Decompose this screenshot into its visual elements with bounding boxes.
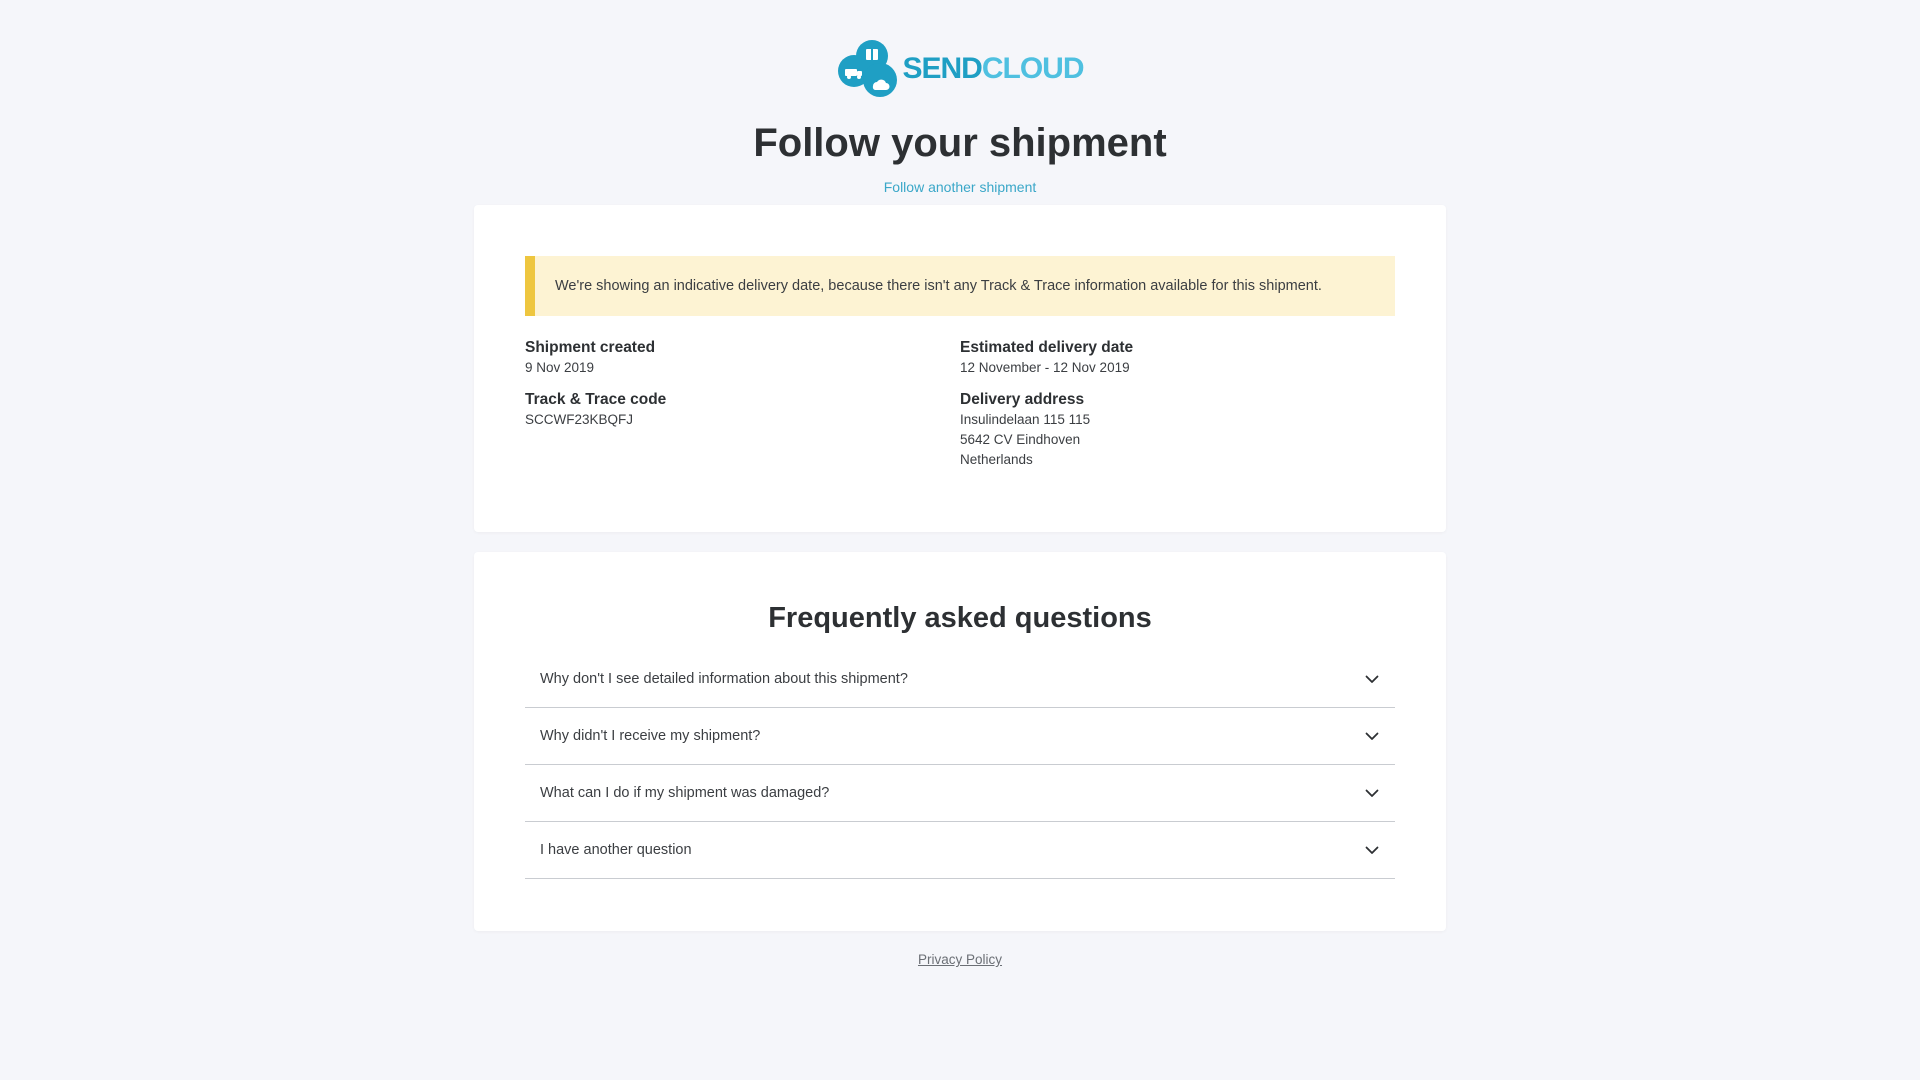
shipment-created-label: Shipment created (525, 339, 656, 356)
estimated-delivery-label: Estimated delivery date (960, 339, 1134, 356)
tracking-code-value: SCCWF23KBQFJ (525, 412, 634, 427)
estimated-delivery: Estimated delivery date 12 November - 12… (960, 338, 1395, 378)
chevron-down-icon (1365, 789, 1379, 797)
logo-word-send: SEND (902, 52, 982, 85)
shipment-created-value: 9 Nov 2019 (525, 360, 595, 375)
delivery-address: Delivery address Insulindelaan 115 115 5… (960, 390, 1395, 470)
page-title: Follow your shipment (753, 121, 1167, 165)
shipment-details-left: Shipment created 9 Nov 2019 Track & Trac… (525, 338, 960, 482)
indicative-date-notice: We're showing an indicative delivery dat… (525, 256, 1395, 316)
header: SENDCLOUD Follow your shipment Follow an… (474, 0, 1446, 197)
tracking-code: Track & Trace code SCCWF23KBQFJ (525, 390, 960, 430)
faq-question: Why didn't I receive my shipment? (540, 728, 761, 744)
delivery-address-label: Delivery address (960, 391, 1085, 408)
faq-item[interactable]: Why don't I see detailed information abo… (525, 651, 1395, 708)
estimated-delivery-value: 12 November - 12 Nov 2019 (960, 360, 1130, 375)
faq-question: I have another question (540, 842, 692, 858)
cloud-logo-icon (838, 40, 898, 97)
shipment-details-right: Estimated delivery date 12 November - 12… (960, 338, 1395, 482)
chevron-down-icon (1365, 846, 1379, 854)
logo-word-cloud: CLOUD (981, 52, 1085, 85)
page: SENDCLOUD Follow your shipment Follow an… (474, 0, 1446, 969)
faq-list: Why don't I see detailed information abo… (525, 651, 1395, 879)
faq-card: Frequently asked questions Why don't I s… (474, 552, 1446, 931)
notice-text: We're showing an indicative delivery dat… (555, 278, 1322, 294)
address-line-city: 5642 CV Eindhoven (960, 432, 1081, 447)
faq-question: What can I do if my shipment was damaged… (540, 785, 830, 801)
address-line-country: Netherlands (960, 452, 1033, 467)
shipment-created: Shipment created 9 Nov 2019 (525, 338, 960, 378)
chevron-down-icon (1365, 675, 1379, 683)
faq-item[interactable]: Why didn't I receive my shipment? (525, 708, 1395, 765)
shipment-info-card: We're showing an indicative delivery dat… (474, 205, 1446, 532)
address-line-street: Insulindelaan 115 115 (960, 412, 1091, 427)
faq-question: Why don't I see detailed information abo… (540, 671, 908, 687)
privacy-policy-link[interactable]: Privacy Policy (918, 952, 1002, 967)
faq-item[interactable]: What can I do if my shipment was damaged… (525, 765, 1395, 822)
logo-wordmark: SENDCLOUD (902, 52, 1085, 85)
shipment-details: Shipment created 9 Nov 2019 Track & Trac… (525, 338, 1395, 482)
tracking-code-label: Track & Trace code (525, 391, 667, 408)
chevron-down-icon (1365, 732, 1379, 740)
faq-title: Frequently asked questions (768, 602, 1152, 634)
sendcloud-logo: SENDCLOUD (836, 38, 1085, 100)
faq-item[interactable]: I have another question (525, 822, 1395, 879)
follow-another-shipment-link[interactable]: Follow another shipment (884, 179, 1037, 195)
footer: Privacy Policy (474, 951, 1446, 969)
